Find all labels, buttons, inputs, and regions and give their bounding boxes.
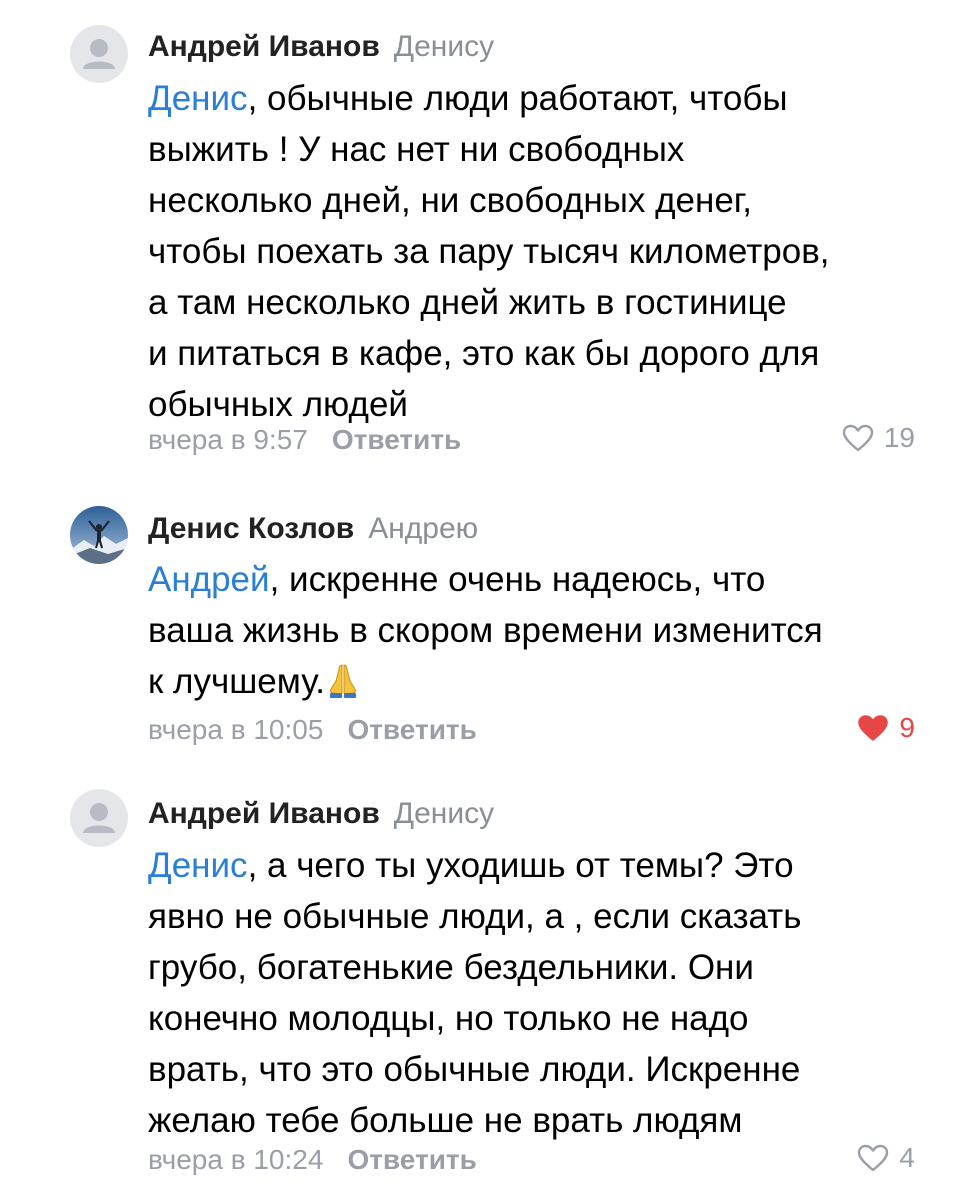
comment-text: Денис, а чего ты уходишь от темы? Это яв… [148,840,938,1146]
avatar[interactable] [70,25,128,83]
folded-hands-icon [327,662,359,713]
like-count: 4 [899,1142,915,1173]
comment-time[interactable]: вчера в 9:57 [148,424,308,455]
text-line-rest: к лучшему. [148,662,325,701]
heart-outline-icon [842,424,874,452]
author-name[interactable]: Андрей Иванов [148,797,380,830]
comment-text: Денис, обычные люди работают, чтобы выжи… [148,73,938,430]
text-line: явно не обычные люди, а , если сказать [148,897,802,936]
text-line: выжить ! У нас нет ни свободных [148,130,685,169]
text-line: Денис, а чего ты уходишь от темы? Это [148,840,938,891]
text-line: чтобы поехать за пару тысяч километров, [148,232,830,271]
text-line: ваша жизнь в скором времени изменится [148,611,823,650]
mention-link[interactable]: Денис [148,846,248,885]
comment-time[interactable]: вчера в 10:24 [148,1144,323,1175]
reply-button[interactable]: Ответить [347,714,476,745]
like-button[interactable]: 9 [857,712,915,744]
reply-to-name[interactable]: Денису [394,797,494,830]
reply-to-name[interactable]: Андрею [368,512,478,545]
mention-link[interactable]: Денис [148,79,248,118]
comment-meta: вчера в 10:24 Ответить [148,1144,477,1176]
default-avatar-icon [70,789,128,847]
comment-meta: вчера в 9:57 Ответить [148,424,461,456]
mention-link[interactable]: Андрей [148,560,270,599]
like-button[interactable]: 4 [857,1142,915,1174]
text-line: а там несколько дней жить в гостинице [148,283,787,322]
heart-outline-icon [858,1144,889,1172]
reply-to-name[interactable]: Денису [394,30,494,63]
comment-meta: вчера в 10:05 Ответить [148,714,477,746]
text-line: Андрей, искренне очень надеюсь, что [148,554,938,605]
like-count: 19 [883,422,915,453]
text-line-rest: , обычные люди работают, чтобы [247,79,788,118]
text-line-rest: , искренне очень надеюсь, что [269,560,766,599]
like-count: 9 [899,712,915,743]
text-line: желаю тебе больше не врать людям [148,1101,743,1140]
comment-header: Денис Козлов Андрею [148,512,478,546]
comment-header: Андрей Иванов Денису [148,30,494,64]
text-line: конечно молодцы, но только не надо [148,999,749,1038]
reply-button[interactable]: Ответить [347,1144,476,1175]
mountain-photo-icon [70,506,128,564]
comment-header: Андрей Иванов Денису [148,797,494,831]
author-name[interactable]: Денис Козлов [148,512,354,545]
text-line: к лучшему. [148,656,938,713]
text-line: и питаться в кафе, это как бы дорого для [148,334,820,373]
avatar[interactable] [70,789,128,847]
default-avatar-icon [70,25,128,83]
text-line: обычных людей [148,385,408,424]
text-line: несколько дней, ни свободных денег, [148,181,753,220]
comment-time[interactable]: вчера в 10:05 [148,714,323,745]
text-line-rest: , а чего ты уходишь от темы? Это [247,846,794,885]
author-name[interactable]: Андрей Иванов [148,30,380,63]
comment-text: Андрей, искренне очень надеюсь, что ваша… [148,554,938,713]
like-button[interactable]: 19 [842,422,915,454]
avatar[interactable] [70,506,128,564]
text-line: грубо, богатенькие бездельники. Они [148,948,754,987]
reply-button[interactable]: Ответить [332,424,461,455]
text-line: врать, что это обычные люди. Искренне [148,1050,801,1089]
text-line: Денис, обычные люди работают, чтобы [148,73,938,124]
heart-filled-icon [858,715,889,741]
